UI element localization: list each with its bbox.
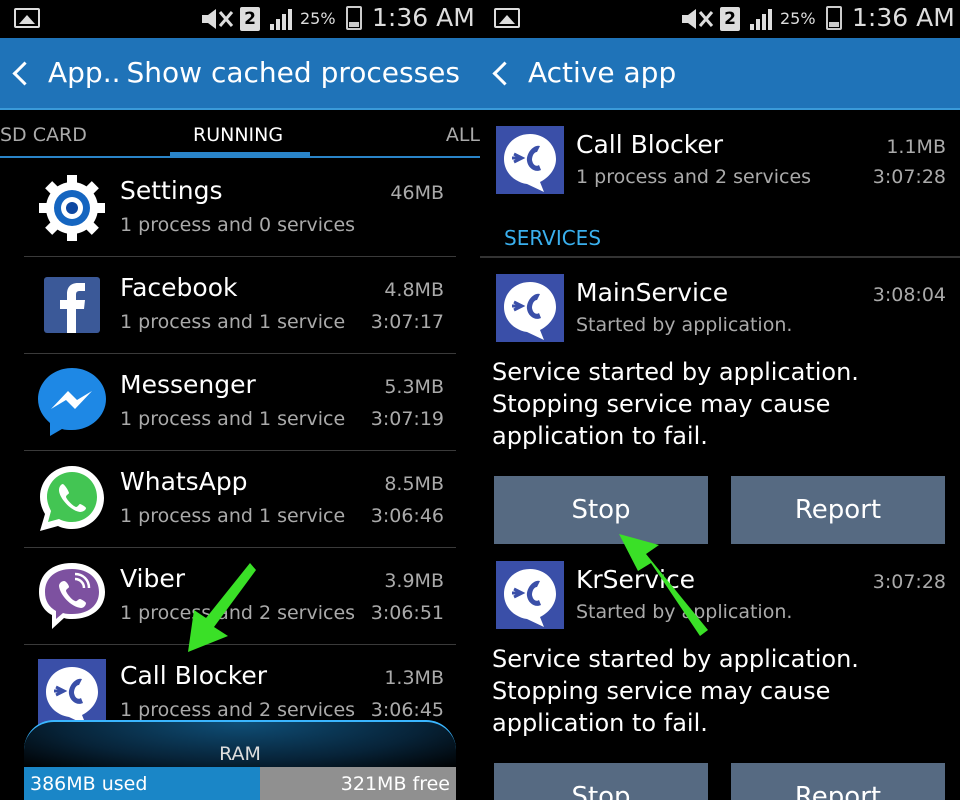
process-detail: 1 process and 0 services [120,214,356,236]
mute-icon [680,6,716,32]
process-name: Facebook [120,273,238,302]
process-row-whatsapp[interactable]: WhatsApp 1 process and 1 service 8.5MB 3… [24,451,456,548]
process-time: 3:06:46 [370,505,444,527]
active-app-header: Call Blocker 1 process and 2 services 1.… [480,110,960,218]
clock: 1:36 AM [852,3,955,32]
process-list: Settings 1 process and 0 services 46MB F… [24,160,456,742]
ram-usage-bar: 386MB used 321MB free [24,767,456,800]
process-detail: 1 process and 1 service [120,311,346,333]
battery-percent: 25% [300,9,336,28]
process-name: WhatsApp [120,467,248,496]
process-time: 3:07:19 [370,408,444,430]
back-icon[interactable] [492,60,508,86]
running-apps-screen: 2 25% 1:36 AM App.. Show cached processe… [0,0,480,800]
service-time: 3:07:28 [872,571,946,593]
status-bar: 2 25% 1:36 AM [480,0,960,38]
clock: 1:36 AM [372,3,475,32]
service-description: Service started by application. Stopping… [492,645,859,737]
process-size: 5.3MB [384,376,444,398]
report-button[interactable]: Report [731,476,945,544]
status-bar: 2 25% 1:36 AM [0,0,480,38]
report-button[interactable]: Report [731,763,945,800]
call-blocker-icon [494,272,566,344]
process-name: Messenger [120,370,256,399]
settings-icon [36,172,108,244]
call-blocker-icon [494,559,566,631]
mute-icon [200,6,236,32]
process-detail: 1 process and 2 services [120,699,356,721]
ram-free-text: 321MB free [340,773,450,795]
signal-icon [748,8,776,30]
viber-icon [36,560,108,632]
gallery-notification-icon [14,8,40,28]
active-app-screen: 2 25% 1:36 AM Active app Call Blocker 1 … [480,0,960,800]
call-blocker-icon [494,124,566,196]
services-header: SERVICES [504,226,602,250]
process-time: 3:06:51 [370,602,444,624]
battery-icon [346,6,362,30]
process-name: Settings [120,176,223,205]
process-size: 4.8MB [384,279,444,301]
service-kr: KrService 3:07:28 Started by application… [480,559,960,800]
messenger-icon [36,366,108,438]
stop-button[interactable]: Stop [494,476,708,544]
page-title[interactable]: Active app [528,56,676,89]
process-size: 3.9MB [384,570,444,592]
tab-bar: SD CARD RUNNING ALL [0,110,480,158]
gallery-notification-icon [494,8,520,28]
action-bar: Active app [480,38,960,110]
divider [480,256,960,258]
process-size: 46MB [390,182,444,204]
service-description: Service started by application. Stopping… [492,358,859,450]
back-icon[interactable] [12,60,28,86]
battery-percent: 25% [780,9,816,28]
action-bar: App.. Show cached processes [0,38,480,110]
call-blocker-icon [36,657,108,729]
sim-icon: 2 [720,7,740,31]
process-size: 8.5MB [384,473,444,495]
signal-icon [268,8,296,30]
process-name: Viber [120,564,186,593]
tab-running[interactable]: RUNNING [193,124,283,146]
ram-label: RAM [219,743,261,765]
app-time: 3:07:28 [872,166,946,188]
service-name: KrService [576,565,696,594]
process-detail: 1 process and 2 services [120,602,356,624]
process-row-viber[interactable]: Viber 1 process and 2 services 3.9MB 3:0… [24,548,456,645]
app-size: 1.1MB [886,136,946,158]
process-row-facebook[interactable]: Facebook 1 process and 1 service 4.8MB 3… [24,257,456,354]
service-main: MainService 3:08:04 Started by applicati… [480,272,960,552]
whatsapp-icon [36,463,108,535]
process-time: 3:07:17 [370,311,444,333]
process-time: 3:06:45 [370,699,444,721]
process-detail: 1 process and 1 service [120,408,346,430]
service-name: MainService [576,278,729,307]
process-name: Call Blocker [120,661,267,690]
tab-all[interactable]: ALL [446,124,480,146]
facebook-icon [36,269,108,341]
process-size: 1.3MB [384,667,444,689]
battery-icon [826,6,842,30]
stop-button[interactable]: Stop [494,763,708,800]
app-name: Call Blocker [576,130,723,159]
tab-indicator [170,152,310,157]
show-cached-processes-button[interactable]: Show cached processes [127,56,460,89]
ram-used-text: 386MB used [30,773,148,795]
process-row-settings[interactable]: Settings 1 process and 0 services 46MB [24,160,456,257]
process-detail: 1 process and 1 service [120,505,346,527]
app-detail: 1 process and 2 services [576,166,812,188]
service-started-by: Started by application. [576,601,793,623]
back-title[interactable]: App.. [48,56,121,89]
service-time: 3:08:04 [872,284,946,306]
process-row-messenger[interactable]: Messenger 1 process and 1 service 5.3MB … [24,354,456,451]
sim-icon: 2 [240,7,260,31]
service-started-by: Started by application. [576,314,793,336]
tab-sd-card[interactable]: SD CARD [0,124,87,146]
